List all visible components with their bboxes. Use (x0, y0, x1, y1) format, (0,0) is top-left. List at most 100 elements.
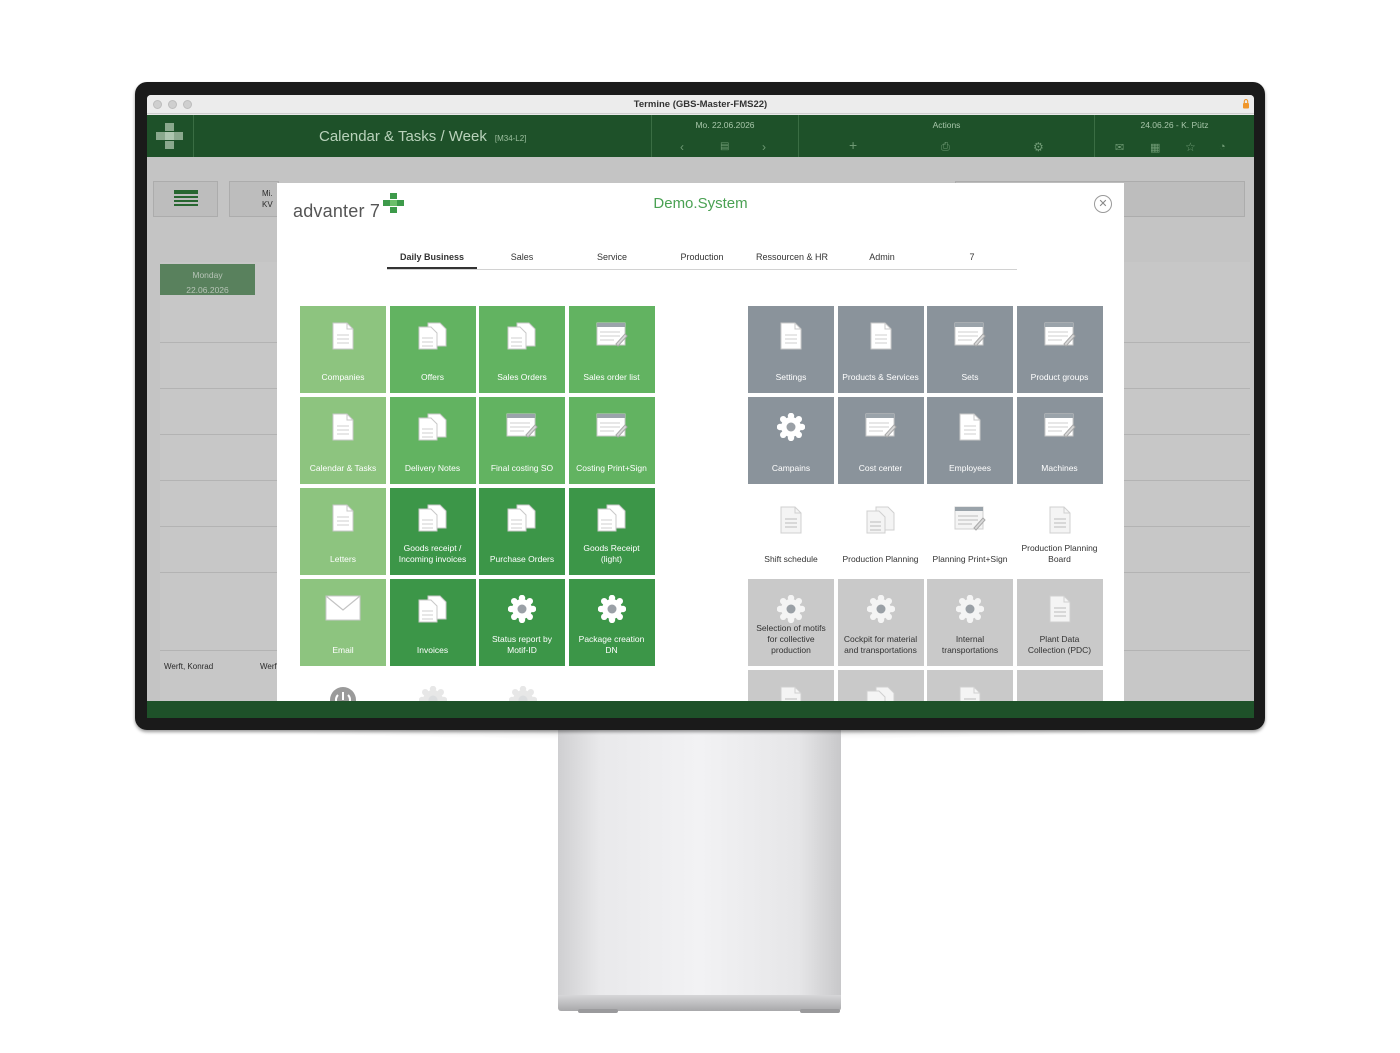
tab-service[interactable]: Service (567, 251, 657, 269)
tile-label: Status report by Motif-ID (491, 634, 552, 655)
chevron-left-icon[interactable]: ‹ (680, 140, 684, 154)
power-icon[interactable] (329, 686, 357, 701)
tile-label: Calendar & Tasks (309, 463, 377, 473)
tile-label: Internal transportations (941, 634, 999, 655)
add-icon[interactable]: + (849, 137, 857, 153)
star-icon[interactable]: ☆ (1185, 140, 1196, 154)
close-launcher-button[interactable]: ✕ (1094, 195, 1112, 213)
tile-shift-schedule[interactable]: Shift schedule (748, 488, 834, 575)
mail-icon[interactable]: ✉ (1115, 141, 1124, 154)
window-controls (153, 100, 192, 109)
document-icon (1017, 595, 1103, 623)
tile-campains[interactable]: Campains (748, 397, 834, 484)
tile-more-17[interactable] (837, 670, 924, 701)
tile-package-creation-dn[interactable]: Package creation DN (568, 579, 655, 666)
tab-ressourcen-hr[interactable]: Ressourcen & HR (747, 251, 837, 269)
tile-sales-orders[interactable]: Sales Orders (479, 306, 565, 393)
gear-icon (479, 595, 565, 623)
document-icon (927, 413, 1013, 441)
module-title-text: Calendar & Tasks / Week (319, 128, 487, 145)
tab-sales[interactable]: Sales (477, 251, 567, 269)
document-icon (300, 322, 386, 350)
tile-label: Settings (775, 372, 807, 382)
list-edit-icon (838, 413, 924, 439)
gear-icon[interactable] (418, 685, 448, 701)
tab-daily-business[interactable]: Daily Business (387, 251, 477, 269)
tile-machines[interactable]: Machines (1016, 397, 1103, 484)
app-logo[interactable] (147, 115, 194, 157)
tile-planning-print-sign[interactable]: Planning Print+Sign (927, 488, 1013, 575)
tile-purchase-orders[interactable]: Purchase Orders (479, 488, 565, 575)
tab-production[interactable]: Production (657, 251, 747, 269)
tab-admin[interactable]: Admin (837, 251, 927, 269)
calendar-today-icon[interactable]: ▤ (720, 141, 729, 152)
tile-label: Invoices (416, 645, 449, 655)
tile-employees[interactable]: Employees (927, 397, 1013, 484)
tile-sales-order-list[interactable]: Sales order list (568, 306, 655, 393)
gear-icon (748, 413, 834, 441)
tile-label: Purchase Orders (489, 554, 555, 564)
tile-label: Cockpit for material and transportations (843, 634, 918, 655)
tile-label: Products & Services (842, 372, 919, 382)
tile-label: Production Planning (842, 554, 919, 564)
current-date: Mo. 22.06.2026 (695, 120, 755, 130)
tab-7[interactable]: 7 (927, 251, 1017, 269)
tile-costing-print-sign[interactable]: Costing Print+Sign (568, 397, 655, 484)
tile-email[interactable]: Email (300, 579, 386, 666)
tile-label: Sales order list (583, 372, 640, 382)
tile-more-16[interactable] (748, 670, 834, 701)
document-icon (838, 322, 924, 350)
chevron-right-icon[interactable]: › (762, 140, 766, 154)
list-edit-icon (569, 322, 655, 348)
admin-tiles: Settings Products & Services Sets Product g… (748, 306, 1103, 701)
close-window-button[interactable] (153, 100, 162, 109)
tile-goods-receipt-light[interactable]: Goods Receipt (light) (568, 488, 655, 575)
gear-icon (569, 595, 655, 623)
tile-companies[interactable]: Companies (300, 306, 386, 393)
close-icon: ✕ (1098, 197, 1108, 210)
tile-plant-data-collection-pdc[interactable]: Plant Data Collection (PDC) (1016, 579, 1103, 666)
user-section: 24.06.26 - K. Pütz ✉ ▦ ☆ ◔ (1094, 115, 1254, 157)
print-icon[interactable]: ⎙ (941, 141, 950, 154)
gear-icon[interactable]: ⚙ (1033, 140, 1044, 154)
tile-calendar-tasks[interactable]: Calendar & Tasks (300, 397, 386, 484)
documents-icon (838, 686, 924, 701)
tile-products-services[interactable]: Products & Services (837, 306, 924, 393)
tile-selection-of-motifs-for-collective-production[interactable]: Selection of motifs for collective produ… (748, 579, 834, 666)
zoom-window-button[interactable] (183, 100, 192, 109)
tile-final-costing-so[interactable]: Final costing SO (479, 397, 565, 484)
tile-label: Delivery Notes (404, 463, 461, 473)
tile-label: Production Planning Board (1021, 543, 1098, 564)
tile-letters[interactable]: Letters (300, 488, 386, 575)
lock-icon (1243, 99, 1249, 109)
tile-status-report-by-motif-id[interactable]: Status report by Motif-ID (479, 579, 565, 666)
document-icon (1017, 506, 1103, 534)
pie-chart-icon[interactable]: ◔ (1219, 141, 1226, 153)
tile-more-18[interactable] (927, 670, 1013, 701)
tile-cost-center[interactable]: Cost center (837, 397, 924, 484)
documents-icon (479, 504, 565, 532)
tile-production-planning-board[interactable]: Production Planning Board (1016, 488, 1103, 575)
tile-cockpit-for-material-and-transportations[interactable]: Cockpit for material and transportations (837, 579, 924, 666)
tile-internal-transportations[interactable]: Internal transportations (927, 579, 1013, 666)
tile-settings[interactable]: Settings (748, 306, 834, 393)
tile-delivery-notes[interactable]: Delivery Notes (389, 397, 476, 484)
tile-label: Package creation DN (578, 634, 645, 655)
tile-goods-receipt-incoming-invoices[interactable]: Goods receipt / Incoming invoices (389, 488, 476, 575)
tile-production-planning[interactable]: Production Planning (837, 488, 924, 575)
tile-invoices[interactable]: Invoices (389, 579, 476, 666)
tile-sets[interactable]: Sets (927, 306, 1013, 393)
launcher-tabs: Daily Business Sales Service Production Ress… (387, 251, 1017, 270)
tile-offers[interactable]: Offers (389, 306, 476, 393)
tile-label: Employees (948, 463, 992, 473)
list-edit-icon (1017, 413, 1103, 439)
tile-product-groups[interactable]: Product groups (1016, 306, 1103, 393)
calendar-icon[interactable]: ▦ (1150, 141, 1160, 154)
user-date-label: 24.06.26 - K. Pütz (1140, 120, 1209, 130)
minimize-window-button[interactable] (168, 100, 177, 109)
app-header: Calendar & Tasks / Week [M34-L2] Mo. 22.0… (147, 115, 1254, 157)
tile-more-19[interactable] (1016, 670, 1103, 701)
window-title: Termine (GBS-Master-FMS22) (633, 98, 768, 110)
window-titlebar: Termine (GBS-Master-FMS22) (147, 95, 1254, 114)
gear-icon[interactable] (508, 685, 538, 701)
